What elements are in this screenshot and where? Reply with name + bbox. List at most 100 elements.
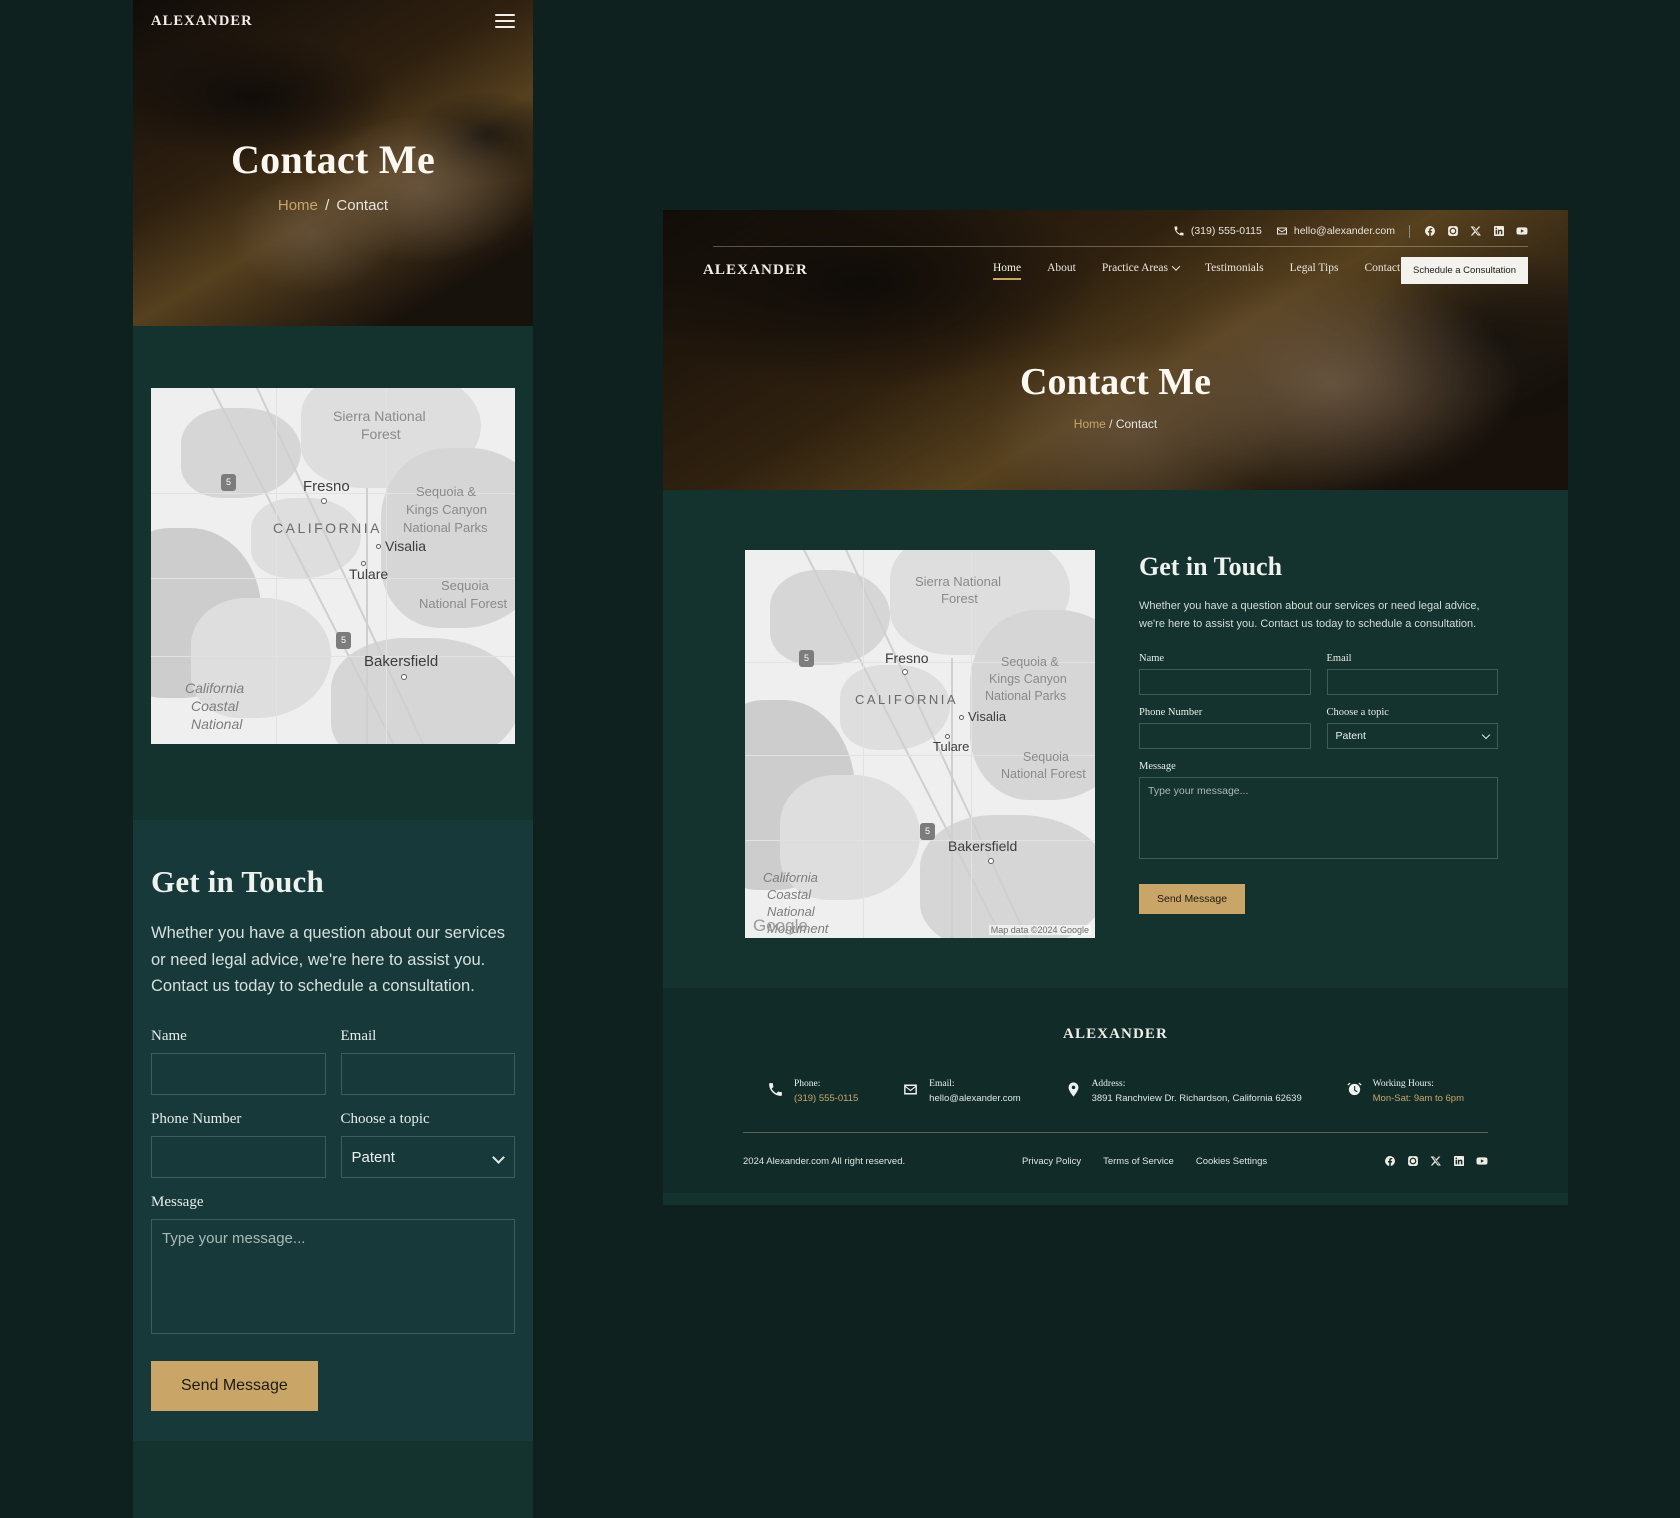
cookies-settings-link[interactable]: Cookies Settings bbox=[1196, 1156, 1267, 1167]
map-label-sierra: Sierra National bbox=[333, 408, 426, 424]
field-email: Email bbox=[1326, 653, 1498, 696]
x-icon[interactable] bbox=[1470, 225, 1482, 237]
mobile-logo[interactable]: ALEXANDER bbox=[151, 13, 253, 30]
message-label: Message bbox=[1139, 761, 1176, 773]
breadcrumb-separator: / bbox=[325, 197, 330, 214]
mobile-map-section: 5 5 Sierra National Forest Fresno CALIFO… bbox=[133, 326, 533, 744]
map-label-sequoia-1: Sequoia & bbox=[1001, 655, 1059, 669]
message-textarea[interactable] bbox=[1139, 777, 1498, 860]
map-attribution: Map data ©2024 Google bbox=[988, 925, 1091, 935]
phone-label: Phone Number bbox=[1139, 707, 1203, 719]
topbar-rule bbox=[713, 246, 1528, 247]
form-lead-text: Whether you have a question about our se… bbox=[1139, 600, 1480, 630]
map-label-sequoia-1: Sequoia & bbox=[416, 484, 476, 499]
map-canvas: 5 5 Sierra National Forest Fresno CALIFO… bbox=[745, 550, 1095, 938]
nav-item-home[interactable]: Home bbox=[993, 262, 1022, 280]
message-textarea[interactable] bbox=[151, 1219, 515, 1335]
youtube-icon[interactable] bbox=[1476, 1155, 1488, 1167]
desktop-logo[interactable]: ALEXANDER bbox=[703, 262, 993, 279]
footer-logo[interactable]: ALEXANDER bbox=[743, 1026, 1488, 1043]
topbar-email-text: hello@alexander.com bbox=[1293, 225, 1395, 237]
topic-select[interactable]: PatentTrademarkCopyrightLitigationOther bbox=[340, 1136, 515, 1179]
footer-item-value[interactable]: (319) 555-0115 bbox=[794, 1093, 858, 1104]
breadcrumb: Home / Contact bbox=[663, 417, 1568, 431]
highway-shield-icon: 5 bbox=[336, 632, 351, 649]
nav-item-practice-areas[interactable]: Practice Areas bbox=[1102, 262, 1181, 279]
primary-nav: ALEXANDER Home About Practice Areas Test… bbox=[663, 248, 1568, 292]
map-label-bakersfield: Bakersfield bbox=[364, 653, 439, 670]
footer-item-value: Mon-Sat: 9am to 6pm bbox=[1372, 1093, 1464, 1104]
field-message: Message bbox=[1139, 761, 1498, 864]
instagram-icon[interactable] bbox=[1447, 225, 1459, 237]
field-phone: Phone Number bbox=[1139, 707, 1311, 750]
footer-socials bbox=[1384, 1155, 1488, 1167]
nav-item-legal-tips[interactable]: Legal Tips bbox=[1290, 262, 1339, 279]
utility-bar: (319) 555-0115 hello@alexander.com bbox=[663, 210, 1568, 246]
footer-bottom-bar: 2024 Alexander.com All right reserved. P… bbox=[743, 1133, 1488, 1167]
footer-item-value: 3891 Ranchview Dr. Richardson, Californi… bbox=[1091, 1093, 1302, 1104]
map-label-coastal-1: California bbox=[763, 870, 818, 885]
topic-select-wrapper: PatentTrademarkCopyrightLitigationOther bbox=[340, 1136, 515, 1179]
map-label-tulare: Tulare bbox=[349, 566, 389, 582]
topbar-email[interactable]: hello@alexander.com bbox=[1276, 225, 1395, 237]
map-label-coastal-1: California bbox=[185, 680, 245, 696]
email-input[interactable] bbox=[1326, 669, 1498, 696]
phone-input[interactable] bbox=[151, 1136, 326, 1179]
email-label: Email bbox=[1326, 653, 1352, 665]
footer-item-hours: Working Hours: Mon-Sat: 9am to 6pm bbox=[1346, 1079, 1464, 1104]
map-label-fresno: Fresno bbox=[303, 478, 350, 495]
email-input[interactable] bbox=[340, 1053, 515, 1096]
name-input[interactable] bbox=[1139, 669, 1311, 696]
map-label-visalia: Visalia bbox=[968, 709, 1007, 724]
field-topic: Choose a topic PatentTrademarkCopyrightL… bbox=[1326, 707, 1498, 750]
phone-icon bbox=[1174, 226, 1184, 236]
facebook-icon[interactable] bbox=[1424, 225, 1436, 237]
send-message-button[interactable]: Send Message bbox=[151, 1361, 318, 1412]
breadcrumb-home-link[interactable]: Home bbox=[1074, 417, 1106, 431]
envelope-icon bbox=[1276, 227, 1287, 235]
footer-item-value[interactable]: hello@alexander.com bbox=[929, 1093, 1021, 1104]
x-icon[interactable] bbox=[1430, 1155, 1442, 1167]
terms-of-service-link[interactable]: Terms of Service bbox=[1103, 1156, 1174, 1167]
desktop-hero: (319) 555-0115 hello@alexander.com ALEXA… bbox=[663, 210, 1568, 490]
map-label-visalia: Visalia bbox=[385, 538, 426, 554]
map-label-sequoia-3: National Parks bbox=[403, 520, 488, 535]
youtube-icon[interactable] bbox=[1516, 225, 1528, 237]
send-message-button[interactable]: Send Message bbox=[1139, 884, 1246, 915]
hamburger-menu-icon[interactable] bbox=[495, 14, 515, 28]
linkedin-icon[interactable] bbox=[1453, 1155, 1465, 1167]
map-label-state: CALIFORNIA bbox=[273, 520, 383, 536]
map-label-fresno: Fresno bbox=[885, 650, 929, 666]
site-footer: ALEXANDER Phone: (319) 555-0115 Email: h… bbox=[663, 988, 1568, 1193]
name-input[interactable] bbox=[151, 1053, 326, 1096]
map-label-sequoia-2: Kings Canyon bbox=[989, 672, 1067, 686]
schedule-consultation-button[interactable]: Schedule a Consultation bbox=[1401, 256, 1528, 284]
form-heading: Get in Touch bbox=[151, 864, 324, 899]
field-email: Email bbox=[340, 1028, 515, 1096]
form-row: Name Email bbox=[151, 1028, 515, 1096]
mobile-header: ALEXANDER bbox=[133, 0, 533, 42]
field-name: Name bbox=[1139, 653, 1311, 696]
map-embed[interactable]: 5 5 Sierra National Forest Fresno CALIFO… bbox=[745, 550, 1095, 938]
contact-form: Name Email Phone Number Choose a topic P… bbox=[151, 1028, 515, 1412]
instagram-icon[interactable] bbox=[1407, 1155, 1419, 1167]
phone-input[interactable] bbox=[1139, 723, 1311, 750]
privacy-policy-link[interactable]: Privacy Policy bbox=[1022, 1156, 1081, 1167]
breadcrumb: Home / Contact bbox=[133, 197, 533, 214]
form-row: Phone Number Choose a topic PatentTradem… bbox=[151, 1111, 515, 1179]
footer-contact-items: Phone: (319) 555-0115 Email: hello@alexa… bbox=[743, 1079, 1488, 1104]
nav-item-contact[interactable]: Contact bbox=[1364, 262, 1400, 279]
linkedin-icon[interactable] bbox=[1493, 225, 1505, 237]
topbar-phone[interactable]: (319) 555-0115 bbox=[1173, 225, 1262, 237]
map-embed[interactable]: 5 5 Sierra National Forest Fresno CALIFO… bbox=[151, 388, 515, 744]
map-label-state: CALIFORNIA bbox=[855, 692, 959, 707]
topic-select[interactable]: PatentTrademarkCopyrightLitigationOther bbox=[1326, 723, 1498, 750]
nav-item-about[interactable]: About bbox=[1047, 262, 1076, 279]
contact-section: 5 5 Sierra National Forest Fresno CALIFO… bbox=[663, 490, 1568, 938]
message-label: Message bbox=[151, 1194, 204, 1211]
nav-item-testimonials[interactable]: Testimonials bbox=[1205, 262, 1264, 279]
facebook-icon[interactable] bbox=[1384, 1155, 1396, 1167]
topbar-socials bbox=[1424, 225, 1528, 237]
contact-form-column: Get in Touch Whether you have a question… bbox=[1139, 550, 1498, 938]
breadcrumb-home-link[interactable]: Home bbox=[278, 197, 318, 214]
